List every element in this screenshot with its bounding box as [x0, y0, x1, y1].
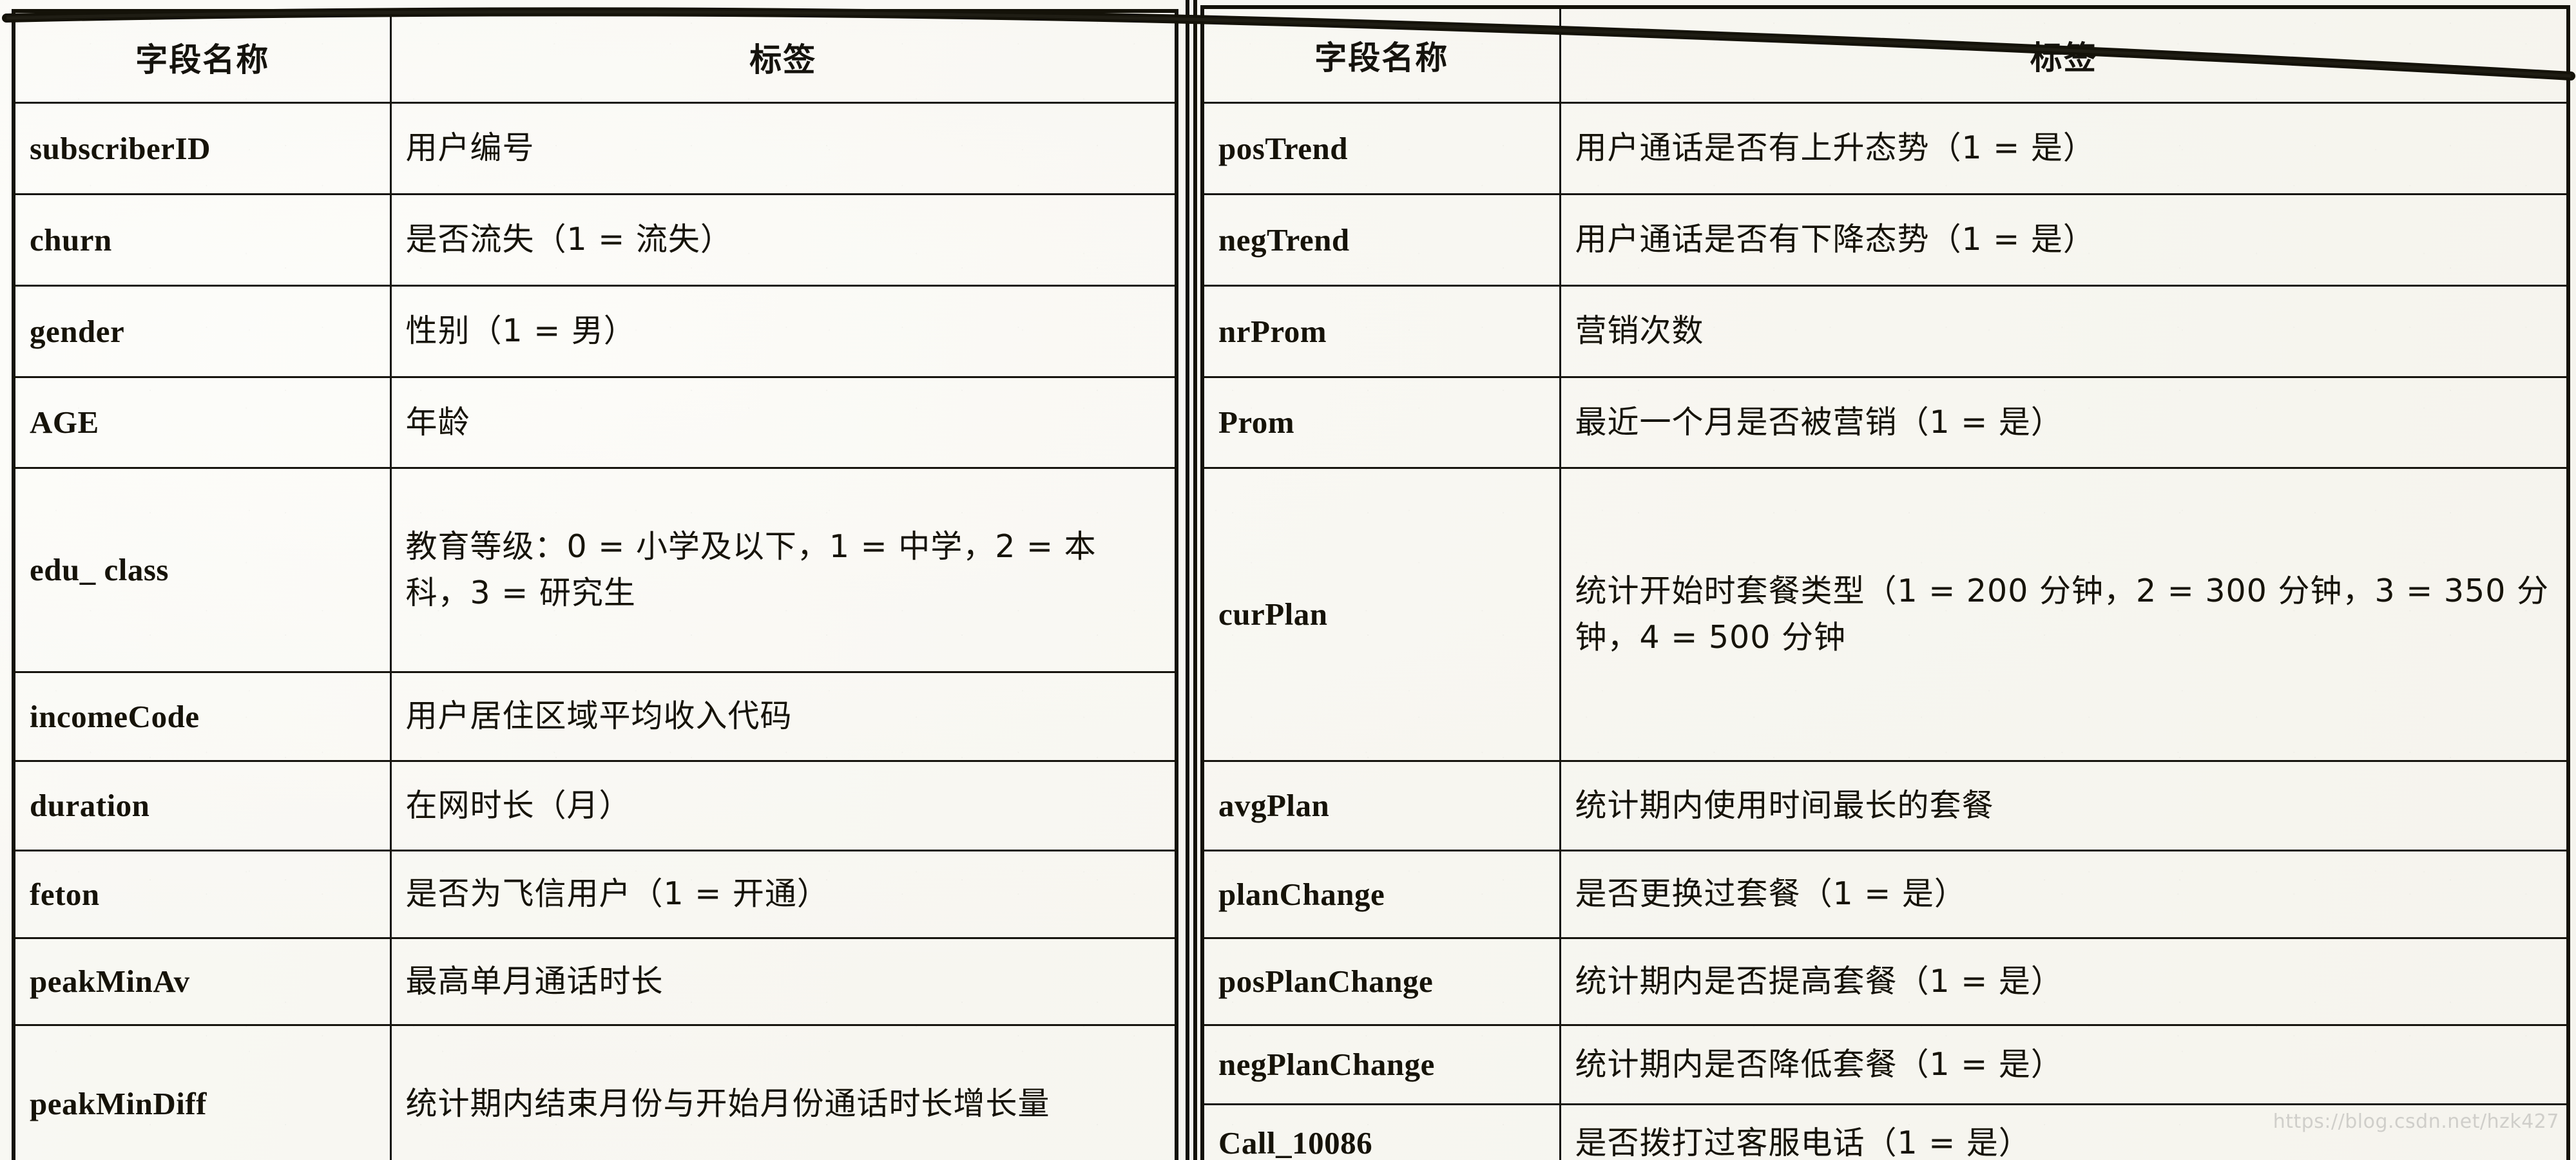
table-row: posTrend 用户通话是否有上升态势（1 = 是） — [1201, 101, 2570, 195]
right-header-label: 标签 — [1559, 6, 2570, 104]
right-header-field-name: 字段名称 — [1201, 6, 1561, 104]
field-label-cell: 是否更换过套餐（1 = 是） — [1559, 849, 2570, 939]
field-label-cell: 统计期内结束月份与开始月份通话时长增长量 — [389, 1023, 1178, 1160]
table-row: avgPlan 统计期内使用时间最长的套餐 — [1201, 759, 2570, 851]
field-name-cell: planChange — [1201, 849, 1561, 939]
field-name-cell: churn — [12, 193, 392, 287]
left-header-field-name: 字段名称 — [12, 10, 392, 104]
table-row: nrProm 营销次数 — [1201, 284, 2570, 378]
field-label-cell: 营销次数 — [1559, 284, 2570, 378]
table-row: Prom 最近一个月是否被营销（1 = 是） — [1201, 376, 2570, 469]
table-row: AGE 年龄 — [12, 376, 1178, 469]
field-label-cell: 统计开始时套餐类型（1 = 200 分钟，2 = 300 分钟，3 = 350 … — [1559, 466, 2570, 762]
field-name-cell: Call_10086 — [1201, 1103, 1561, 1160]
table-row: edu_ class 教育等级：0 = 小学及以下，1 = 中学，2 = 本科，… — [12, 466, 1178, 673]
table-header-row: 字段名称 标签 — [12, 10, 1178, 104]
field-label-cell: 用户编号 — [389, 101, 1178, 195]
table-row: curPlan 统计开始时套餐类型（1 = 200 分钟，2 = 300 分钟，… — [1201, 466, 2570, 762]
field-name-cell: AGE — [12, 376, 392, 469]
table-row: negTrend 用户通话是否有下降态势（1 = 是） — [1201, 193, 2570, 287]
table-separator-line-left — [1186, 0, 1189, 1160]
field-label-cell: 统计期内使用时间最长的套餐 — [1559, 759, 2570, 851]
scanned-page: 字段名称 标签 subscriberID 用户编号 churn 是否流失（1 =… — [0, 0, 2576, 1160]
right-field-definition-table: 字段名称 标签 posTrend 用户通话是否有上升态势（1 = 是） negT… — [1200, 5, 2570, 1160]
table-row: negPlanChange 统计期内是否降低套餐（1 = 是） — [1201, 1023, 2570, 1105]
field-label-cell: 年龄 — [389, 376, 1178, 469]
table-row: gender 性别（1 = 男） — [12, 284, 1178, 378]
field-name-cell: feton — [12, 849, 392, 939]
table-row: churn 是否流失（1 = 流失） — [12, 193, 1178, 287]
field-name-cell: subscriberID — [12, 101, 392, 195]
table-separator-line-right — [1193, 0, 1197, 1160]
table-header-row: 字段名称 标签 — [1201, 6, 2570, 104]
table-row: incomeCode 用户居住区域平均收入代码 — [12, 670, 1178, 762]
field-name-cell: peakMinAv — [12, 937, 392, 1026]
field-name-cell: negPlanChange — [1201, 1023, 1561, 1105]
field-label-cell: 教育等级：0 = 小学及以下，1 = 中学，2 = 本科，3 = 研究生 — [389, 466, 1178, 673]
field-label-cell: 统计期内是否降低套餐（1 = 是） — [1559, 1023, 2570, 1105]
field-label-cell: 性别（1 = 男） — [389, 284, 1178, 378]
table-row: feton 是否为飞信用户（1 = 开通） — [12, 849, 1178, 939]
left-header-label: 标签 — [389, 10, 1178, 104]
table-row: duration 在网时长（月） — [12, 759, 1178, 851]
field-name-cell: curPlan — [1201, 466, 1561, 762]
field-name-cell: avgPlan — [1201, 759, 1561, 851]
field-name-cell: nrProm — [1201, 284, 1561, 378]
table-row: subscriberID 用户编号 — [12, 101, 1178, 195]
left-field-definition-table: 字段名称 标签 subscriberID 用户编号 churn 是否流失（1 =… — [12, 9, 1178, 1160]
field-label-cell: 是否流失（1 = 流失） — [389, 193, 1178, 287]
field-label-cell: 用户居住区域平均收入代码 — [389, 670, 1178, 762]
field-name-cell: incomeCode — [12, 670, 392, 762]
field-label-cell: 是否为飞信用户（1 = 开通） — [389, 849, 1178, 939]
field-label-cell: 用户通话是否有上升态势（1 = 是） — [1559, 101, 2570, 195]
watermark-text: https://blog.csdn.net/hzk427 — [2273, 1110, 2559, 1133]
left-table-container: 字段名称 标签 subscriberID 用户编号 churn 是否流失（1 =… — [0, 0, 1184, 1160]
field-name-cell: posTrend — [1201, 101, 1561, 195]
right-table-container: 字段名称 标签 posTrend 用户通话是否有上升态势（1 = 是） negT… — [1195, 0, 2576, 1160]
field-name-cell: Prom — [1201, 376, 1561, 469]
field-label-cell: 最近一个月是否被营销（1 = 是） — [1559, 376, 2570, 469]
table-row: planChange 是否更换过套餐（1 = 是） — [1201, 849, 2570, 939]
field-label-cell: 最高单月通话时长 — [389, 937, 1178, 1026]
table-row: peakMinAv 最高单月通话时长 — [12, 937, 1178, 1026]
field-name-cell: negTrend — [1201, 193, 1561, 287]
field-label-cell: 在网时长（月） — [389, 759, 1178, 851]
field-label-cell: 统计期内是否提高套餐（1 = 是） — [1559, 937, 2570, 1026]
table-row: posPlanChange 统计期内是否提高套餐（1 = 是） — [1201, 937, 2570, 1026]
field-name-cell: gender — [12, 284, 392, 378]
table-row: peakMinDiff 统计期内结束月份与开始月份通话时长增长量 — [12, 1023, 1178, 1160]
field-label-cell: 用户通话是否有下降态势（1 = 是） — [1559, 193, 2570, 287]
field-name-cell: posPlanChange — [1201, 937, 1561, 1026]
field-name-cell: duration — [12, 759, 392, 851]
field-name-cell: edu_ class — [12, 466, 392, 673]
field-name-cell: peakMinDiff — [12, 1023, 392, 1160]
